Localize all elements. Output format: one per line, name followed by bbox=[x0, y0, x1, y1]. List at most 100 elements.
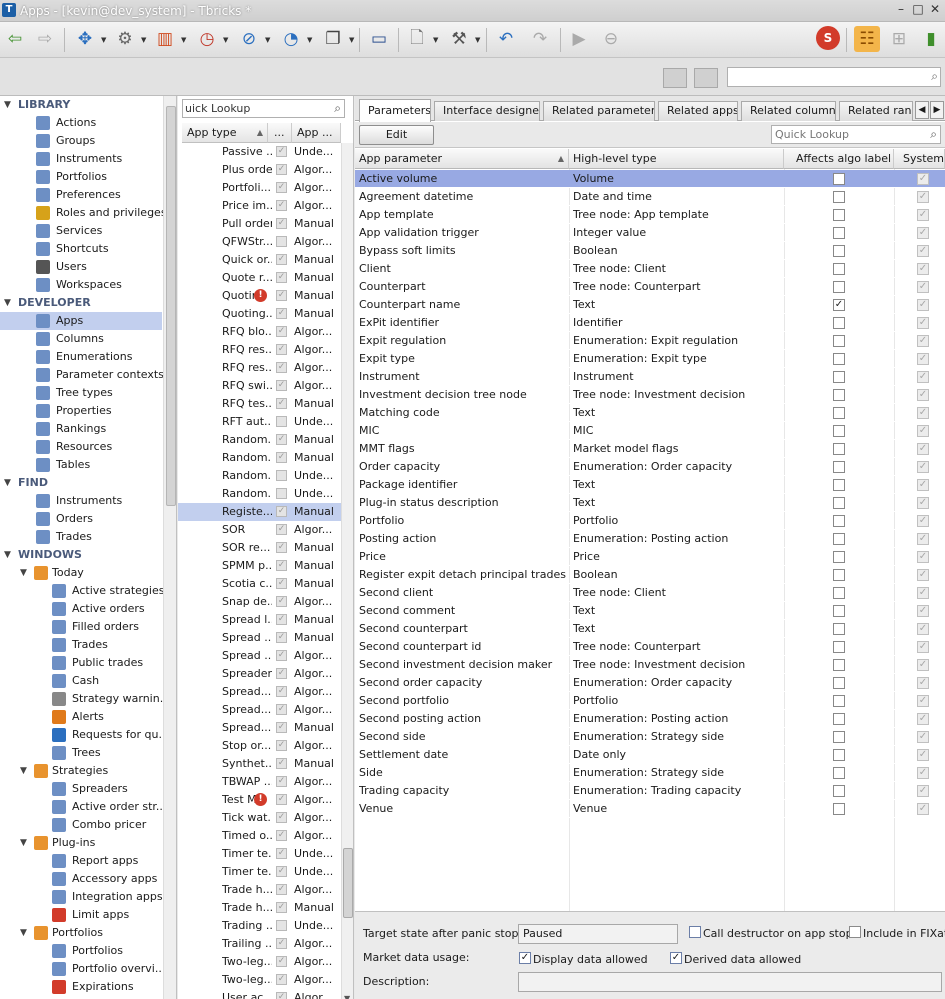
affects-algo-label-checkbox[interactable] bbox=[833, 569, 845, 581]
parameter-row[interactable]: Register expit detach principal trades Bo… bbox=[355, 566, 945, 584]
sidebar-item[interactable]: Tree types bbox=[0, 384, 162, 402]
panic-stop-icon[interactable]: S bbox=[816, 26, 840, 50]
app-enabled-checkbox[interactable]: ✓ bbox=[276, 344, 287, 355]
app-list-row[interactable]: Random... Unde... bbox=[178, 467, 341, 485]
app-list-row[interactable]: Spread ... ✓ Manual bbox=[178, 629, 341, 647]
sidebar-item[interactable]: Users bbox=[0, 258, 162, 276]
sidebar-item[interactable]: Trades bbox=[0, 528, 162, 546]
sidebar-item[interactable]: Trades bbox=[0, 636, 162, 654]
sidebar-item[interactable]: Cash bbox=[0, 672, 162, 690]
app-enabled-checkbox[interactable]: ✓ bbox=[276, 218, 287, 229]
app-list-row[interactable]: RFQ res... ✓ Algor... bbox=[178, 359, 341, 377]
sidebar-item[interactable]: Roles and privileges bbox=[0, 204, 167, 222]
app-enabled-checkbox[interactable]: ✓ bbox=[276, 452, 287, 463]
app-enabled-checkbox[interactable]: ✓ bbox=[276, 596, 287, 607]
apps-quick-lookup-input[interactable]: uick Lookup ⌕ bbox=[182, 99, 345, 118]
parameters-quick-lookup-input[interactable]: Quick Lookup ⌕ bbox=[771, 125, 941, 144]
app-enabled-checkbox[interactable] bbox=[276, 488, 287, 499]
app-list-row[interactable]: Pull order ✓ Manual bbox=[178, 215, 341, 233]
app-list-row[interactable]: Stop or... ✓ Algor... bbox=[178, 737, 341, 755]
sidebar-item[interactable]: Instruments bbox=[0, 492, 162, 510]
column-header-high-level-type[interactable]: High-level type bbox=[569, 149, 784, 169]
sidebar-folder[interactable]: ▼ Portfolios bbox=[0, 924, 162, 942]
affects-algo-label-checkbox[interactable] bbox=[833, 479, 845, 491]
column-header-system[interactable]: System bbox=[894, 149, 945, 169]
app-enabled-checkbox[interactable]: ✓ bbox=[276, 164, 287, 175]
sidebar-item[interactable]: Portfolios bbox=[0, 168, 162, 186]
scrollbar-thumb[interactable] bbox=[343, 848, 353, 918]
parameter-row[interactable]: Side Enumeration: Strategy side ✓ bbox=[355, 764, 945, 782]
sidebar-item[interactable]: Resources bbox=[0, 438, 162, 456]
app-list-row[interactable]: Timer te... ✓ Unde... bbox=[178, 845, 341, 863]
app-list-row[interactable]: Two-leg... ✓ Algor... bbox=[178, 953, 341, 971]
sidebar-item[interactable]: Expirations bbox=[0, 978, 162, 996]
status-icon[interactable]: ▮ bbox=[918, 26, 944, 52]
affects-algo-label-checkbox[interactable] bbox=[833, 209, 845, 221]
sidebar-item[interactable]: Filled orders bbox=[0, 618, 162, 636]
affects-algo-label-checkbox[interactable] bbox=[833, 173, 845, 185]
affects-algo-label-checkbox[interactable] bbox=[833, 497, 845, 509]
sidebar-item[interactable]: Shortcuts bbox=[0, 240, 162, 258]
affects-algo-label-checkbox[interactable] bbox=[833, 551, 845, 563]
affects-algo-label-checkbox[interactable] bbox=[833, 227, 845, 239]
parameter-row[interactable]: Matching code Text ✓ bbox=[355, 404, 945, 422]
app-list-row[interactable]: Timer te... ✓ Unde... bbox=[178, 863, 341, 881]
app-enabled-checkbox[interactable]: ✓ bbox=[276, 182, 287, 193]
parameter-row[interactable]: Second client Tree node: Client ✓ bbox=[355, 584, 945, 602]
sidebar-item[interactable]: Parameter contexts bbox=[0, 366, 164, 384]
parameter-row[interactable]: Package identifier Text ✓ bbox=[355, 476, 945, 494]
sidebar-item[interactable]: Active strategies bbox=[0, 582, 164, 600]
app-list-row[interactable]: Quote r... ✓ Manual bbox=[178, 269, 341, 287]
app-list-row[interactable]: Spread... ✓ Algor... bbox=[178, 683, 341, 701]
app-list-row[interactable]: Random... Unde... bbox=[178, 485, 341, 503]
app-list-row[interactable]: Spread... ✓ Manual bbox=[178, 719, 341, 737]
app-list-row[interactable]: Snap de... ✓ Algor... bbox=[178, 593, 341, 611]
app-list-row[interactable]: Plus order ✓ Algor... bbox=[178, 161, 341, 179]
app-list-row[interactable]: Synthet... ✓ Manual bbox=[178, 755, 341, 773]
app-enabled-checkbox[interactable]: ✓ bbox=[276, 704, 287, 715]
sidebar-item[interactable]: Properties bbox=[0, 402, 162, 420]
app-enabled-checkbox[interactable]: ✓ bbox=[276, 326, 287, 337]
expand-arrow-icon[interactable]: ▼ bbox=[4, 96, 11, 114]
app-enabled-checkbox[interactable]: ✓ bbox=[276, 938, 287, 949]
parameter-row[interactable]: Expit regulation Enumeration: Expit regul… bbox=[355, 332, 945, 350]
affects-algo-label-checkbox[interactable] bbox=[833, 587, 845, 599]
app-enabled-checkbox[interactable]: ✓ bbox=[276, 758, 287, 769]
app-enabled-checkbox[interactable]: ✓ bbox=[276, 686, 287, 697]
parameter-row[interactable]: Agreement datetime Date and time ✓ bbox=[355, 188, 945, 206]
sidebar-item[interactable]: Alerts bbox=[0, 708, 162, 726]
sidebar-item[interactable]: Groups bbox=[0, 132, 162, 150]
sidebar-item[interactable]: Combo pricer bbox=[0, 816, 162, 834]
app-list-row[interactable]: Passive ... ✓ Unde... bbox=[178, 143, 341, 161]
maximize-button[interactable]: □ bbox=[910, 2, 926, 16]
app-enabled-checkbox[interactable]: ✓ bbox=[276, 632, 287, 643]
sidebar-item[interactable]: Public trades bbox=[0, 654, 162, 672]
app-enabled-checkbox[interactable]: ✓ bbox=[276, 668, 287, 679]
chevron-down-icon[interactable]: ▼ bbox=[433, 36, 438, 44]
sidebar-item[interactable]: Instruments bbox=[0, 150, 162, 168]
chevron-down-icon[interactable]: ▼ bbox=[181, 36, 186, 44]
tab-scroll-left-icon[interactable]: ◀ bbox=[915, 101, 929, 119]
app-enabled-checkbox[interactable]: ✓ bbox=[276, 956, 287, 967]
app-enabled-checkbox[interactable]: ✓ bbox=[276, 830, 287, 841]
expand-arrow-icon[interactable]: ▼ bbox=[4, 474, 11, 492]
affects-algo-label-checkbox[interactable] bbox=[833, 767, 845, 779]
app-enabled-checkbox[interactable]: ✓ bbox=[276, 254, 287, 265]
edit-button[interactable]: Edit bbox=[359, 125, 434, 145]
sidebar-item[interactable]: Trees bbox=[0, 744, 162, 762]
parameter-row[interactable]: Bypass soft limits Boolean ✓ bbox=[355, 242, 945, 260]
app-enabled-checkbox[interactable]: ✓ bbox=[276, 794, 287, 805]
app-list-row[interactable]: Scotia c... ✓ Manual bbox=[178, 575, 341, 593]
app-list-row[interactable]: Trade h... ✓ Manual bbox=[178, 899, 341, 917]
column-header-app[interactable]: App ... bbox=[292, 123, 341, 143]
sidebar-item[interactable]: Rankings bbox=[0, 420, 162, 438]
affects-algo-label-checkbox[interactable] bbox=[833, 749, 845, 761]
sidebar-item[interactable]: Report apps bbox=[0, 852, 162, 870]
minimize-button[interactable]: – bbox=[893, 2, 909, 16]
column-header-flag[interactable]: ... bbox=[268, 123, 292, 143]
affects-algo-label-checkbox[interactable] bbox=[833, 389, 845, 401]
app-list-row[interactable]: SPMM p... ✓ Manual bbox=[178, 557, 341, 575]
app-enabled-checkbox[interactable]: ✓ bbox=[276, 308, 287, 319]
app-list-row[interactable]: RFT aut... Unde... bbox=[178, 413, 341, 431]
app-list-row[interactable]: Spreader ✓ Algor... bbox=[178, 665, 341, 683]
